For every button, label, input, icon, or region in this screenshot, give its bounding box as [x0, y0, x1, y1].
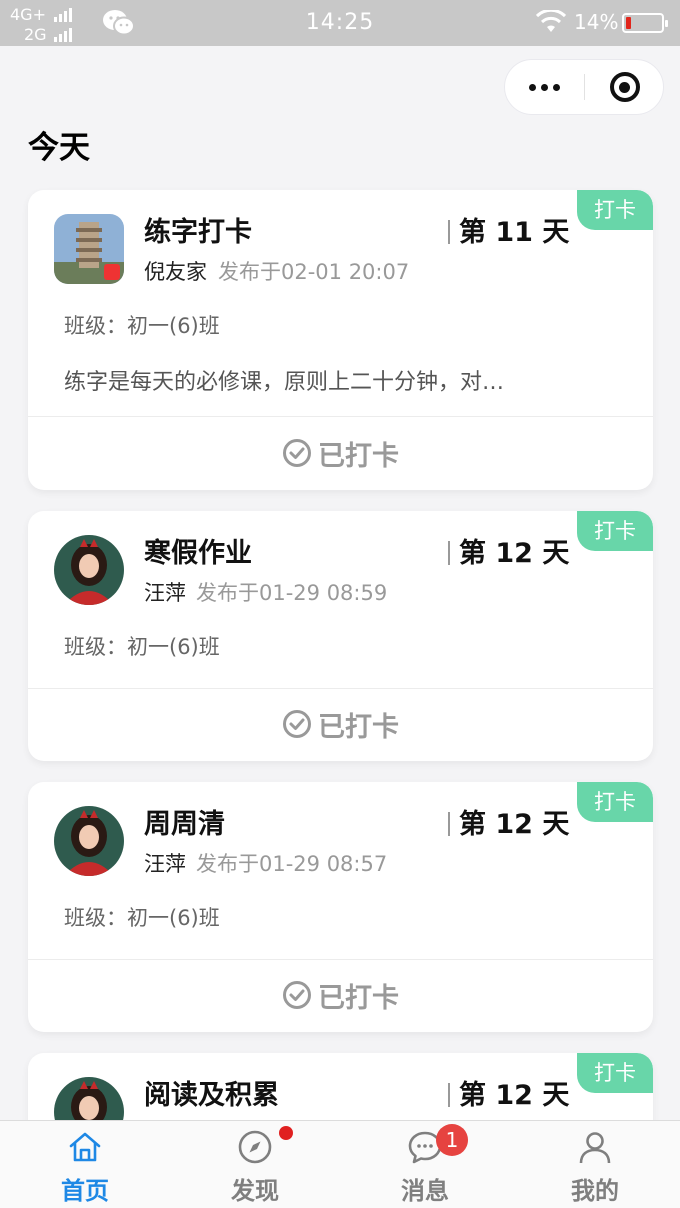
more-dots-icon[interactable] [505, 60, 584, 114]
tab-home-label: 首页 [61, 1177, 109, 1205]
avatar [54, 535, 124, 605]
checkin-tag: 打卡 [577, 190, 653, 230]
card-title: 周周清 [144, 809, 225, 840]
class-info: 班级：初一(6)班 [64, 314, 220, 338]
card-title: 寒假作业 [144, 538, 252, 569]
home-icon [69, 1132, 101, 1162]
tab-bar: 首页 发现 消息 我的 1 [0, 1120, 680, 1208]
checked-in-label: 已打卡 [318, 982, 399, 1014]
task-card[interactable]: 打卡 寒假作业 第 12 天 汪萍 发布于01-29 08:59 班级：初一(6… [28, 511, 653, 761]
target-close-icon[interactable] [585, 60, 664, 114]
checkin-tag: 打卡 [577, 511, 653, 551]
title-divider [448, 220, 450, 244]
task-card[interactable]: 打卡 周周清 第 12 天 汪萍 发布于01-29 08:57 班级：初一(6)… [28, 782, 653, 1032]
checkin-tag: 打卡 [577, 1053, 653, 1093]
author-name: 倪友家 [144, 260, 207, 284]
checked-in-button[interactable]: 已打卡 [28, 960, 653, 1030]
day-count: 第 11 天 [459, 217, 570, 248]
title-divider [448, 541, 450, 565]
author-name: 汪萍 [144, 581, 186, 605]
section-title-today: 今天 [28, 130, 90, 166]
tab-messages-label: 消息 [401, 1177, 449, 1205]
checked-in-label: 已打卡 [318, 440, 399, 472]
check-circle-icon [283, 439, 311, 467]
checked-in-label: 已打卡 [318, 711, 399, 743]
tab-profile-label: 我的 [571, 1177, 619, 1205]
card-description: 练字是每天的必修课，原则上二十分钟，对… [64, 370, 505, 395]
author-name: 汪萍 [144, 852, 186, 876]
publish-time: 发布于01-29 08:59 [196, 581, 388, 605]
avatar [54, 214, 124, 284]
publish-time: 发布于01-29 08:57 [196, 852, 388, 876]
card-title: 阅读及积累 [144, 1080, 279, 1111]
title-divider [448, 812, 450, 836]
checked-in-button[interactable]: 已打卡 [28, 418, 653, 488]
avatar [54, 806, 124, 876]
day-count: 第 12 天 [459, 809, 570, 840]
check-circle-icon [283, 981, 311, 1009]
compass-icon [238, 1130, 272, 1164]
battery-percent: 14% [574, 10, 619, 34]
class-info: 班级：初一(6)班 [64, 635, 220, 659]
battery-icon [622, 13, 668, 33]
tab-home[interactable]: 首页 [0, 1121, 170, 1208]
tab-messages[interactable]: 消息 [340, 1121, 510, 1208]
tab-discover-label: 发现 [231, 1177, 279, 1205]
task-card[interactable]: 打卡 练字打卡 第 11 天 倪友家 发布于02-01 20:07 班级：初一(… [28, 190, 653, 490]
tab-discover[interactable]: 发现 [170, 1121, 340, 1208]
tab-profile[interactable]: 我的 [510, 1121, 680, 1208]
publish-time: 发布于02-01 20:07 [218, 260, 410, 284]
day-count: 第 12 天 [459, 538, 570, 569]
day-count: 第 12 天 [459, 1080, 570, 1111]
checkin-tag: 打卡 [577, 782, 653, 822]
messages-unread-badge: 1 [436, 1124, 468, 1156]
status-bar: 4G+ 2G 14:25 14% [0, 0, 680, 46]
checked-in-button[interactable]: 已打卡 [28, 689, 653, 759]
discover-notification-dot [279, 1126, 293, 1140]
title-divider [448, 1083, 450, 1107]
class-info: 班级：初一(6)班 [64, 906, 220, 930]
card-title: 练字打卡 [144, 217, 252, 248]
user-icon [579, 1132, 611, 1164]
capsule-menu [504, 59, 664, 115]
check-circle-icon [283, 710, 311, 738]
card-divider [28, 416, 653, 417]
wifi-icon [536, 10, 566, 32]
